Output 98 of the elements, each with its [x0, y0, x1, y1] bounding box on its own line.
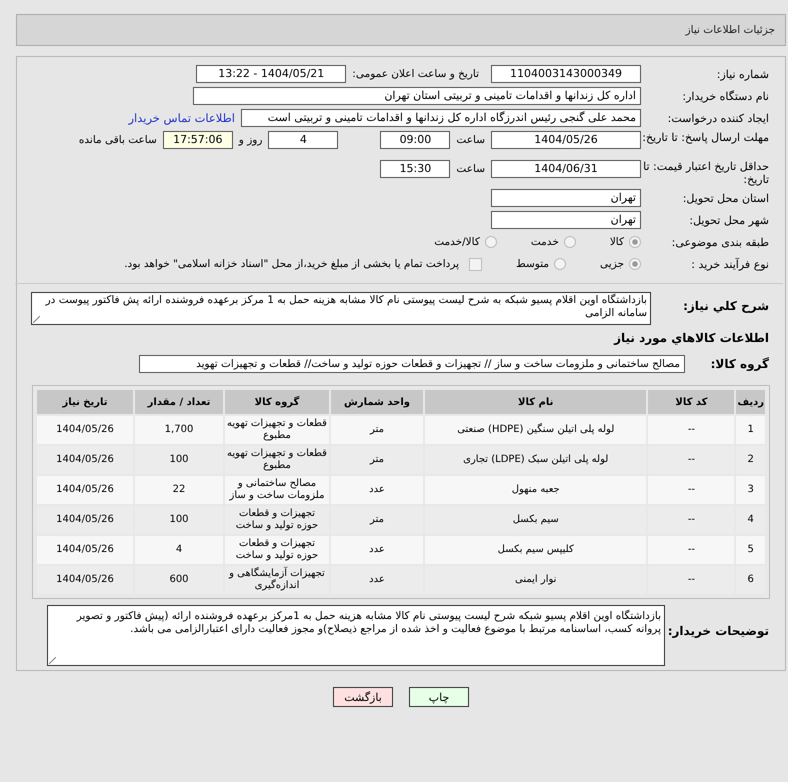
table-cell: تجهیزات آزمایشگاهی و اندازه‌گیری [225, 566, 329, 594]
field-label: حداقل تاریخ اعتبار قیمت: تا تاریخ: [642, 160, 769, 186]
column-header: گروه کالا [225, 390, 329, 414]
field-label: ساعت باقی مانده [78, 134, 157, 146]
field-label: ساعت [456, 163, 485, 175]
field-label: ساعت [456, 134, 485, 146]
table-cell: نوار ایمنی [425, 566, 646, 594]
table-cell: متر [331, 416, 423, 444]
radio-button[interactable] [564, 236, 576, 248]
table-cell: 1,700 [135, 416, 223, 444]
text-field[interactable]: 1104003143000349 [491, 65, 641, 83]
checkbox[interactable] [469, 258, 482, 270]
table-cell: عدد [331, 566, 423, 594]
table-cell: 1404/05/26 [37, 506, 133, 534]
table-cell: لوله پلی اتیلن سنگین (HDPE) صنعتی [425, 416, 646, 444]
radio-button[interactable] [484, 236, 497, 248]
table-cell: 5 [736, 536, 765, 564]
table-cell: -- [648, 506, 734, 534]
option-label: کالا [610, 236, 624, 248]
table-cell: لوله پلی اتیلن سبک (LDPE) تجاری [425, 446, 646, 474]
table-cell: 100 [135, 446, 223, 474]
table-cell: -- [648, 536, 734, 564]
text-field[interactable]: تهران [491, 211, 641, 229]
table-cell: عدد [331, 536, 423, 564]
table-cell: تجهیزات و قطعات حوزه تولید و ساخت [225, 536, 329, 564]
option-label: متوسط [516, 258, 550, 270]
table-cell: 4 [736, 506, 765, 534]
column-header: ردیف [736, 390, 765, 414]
text-field[interactable]: 15:30 [380, 160, 450, 178]
table-cell: -- [648, 446, 734, 474]
option-label: خدمت [530, 236, 559, 248]
text-field[interactable]: 17:57:06 [162, 131, 233, 149]
field-label: تاریخ و ساعت اعلان عمومی: [352, 68, 479, 80]
table-cell: 100 [135, 506, 223, 534]
table-cell: 4 [135, 536, 223, 564]
option-label: جزیی [600, 258, 624, 270]
table-cell: مصالح ساختمانی و ملزومات ساخت و ساز [225, 476, 329, 504]
field-label: طبقه بندی موضوعی: [670, 236, 769, 248]
column-header: نام کالا [425, 390, 646, 414]
table-cell: قطعات و تجهیزات تهویه مطبوع [225, 446, 329, 474]
radio-button[interactable] [629, 258, 641, 270]
text-field[interactable]: 1404/05/26 [491, 131, 641, 149]
text-field[interactable]: 1404/05/21 - 13:22 [196, 65, 346, 83]
text-field[interactable]: 4 [268, 131, 338, 149]
table-cell: 1404/05/26 [37, 446, 133, 474]
column-header: کد کالا [648, 390, 734, 414]
table-cell: 3 [736, 476, 765, 504]
table-cell: متر [331, 506, 423, 534]
back-button[interactable]: بازگشت [333, 687, 393, 707]
table-cell: تجهیزات و قطعات حوزه تولید و ساخت [225, 506, 329, 534]
radio-button[interactable] [554, 258, 566, 270]
field-label: استان محل تحویل: [682, 192, 769, 204]
table-cell: -- [648, 476, 734, 504]
text-field[interactable]: 09:00 [380, 131, 450, 149]
notes-textarea[interactable]: بازداشتگاه اوین اقلام پسیو شبکه شرح لیست پیوستی نام کالا مشابه هزینه حمل به 1مرکز برعهده فروشنده ارائه (پیش فاکتور و تصویر پروانه کسب، اساسنامه مرتبط با موضوع فعالیت و اخذ شده از مراجع ذیصلاح)و مجوز فعالیت دارای اعتبارالزامی می باشد. [47, 605, 665, 666]
table-cell: 600 [135, 566, 223, 594]
column-header: واحد شمارش [331, 390, 423, 414]
text-field[interactable]: تهران [491, 189, 641, 207]
table-cell: عدد [331, 476, 423, 504]
field-label: نام دستگاه خریدار: [681, 90, 769, 102]
option-label: کالا/خدمت [434, 236, 480, 248]
radio-button[interactable] [629, 236, 641, 248]
section-heading: اطلاعات کالاهاي مورد نياز [612, 331, 769, 345]
table-cell: 1404/05/26 [37, 476, 133, 504]
table-cell: 6 [736, 566, 765, 594]
text-field[interactable]: 1404/06/31 [491, 160, 641, 178]
contact-link[interactable]: اطلاعات تماس خریدار [128, 111, 235, 125]
table-cell: قطعات و تجهیزات تهویه مطبوع [225, 416, 329, 444]
table-cell: کلیپس سیم بکسل [425, 536, 646, 564]
field-label: نوع فرآیند خرید : [690, 258, 769, 270]
field-label: روز و [238, 134, 262, 146]
page-title: جزئیات اطلاعات نیاز [686, 24, 775, 36]
table-cell: 1404/05/26 [37, 536, 133, 564]
table-cell: 1404/05/26 [37, 416, 133, 444]
table-cell: -- [648, 416, 734, 444]
resize-grip-icon [33, 316, 40, 323]
field-label: شماره نیاز: [716, 68, 769, 80]
table-cell: جعبه منهول [425, 476, 646, 504]
text-field[interactable]: محمد علی گنجی رئیس اندرزگاه اداره کل زندانها و اقدامات تامینی و تربیتی است [241, 109, 641, 127]
field-label: مهلت ارسال پاسخ: تا تاریخ: [641, 131, 769, 144]
field-label: پرداخت تمام یا بخشی از مبلغ خرید،از محل "اسناد خزانه اسلامی" خواهد بود. [124, 258, 460, 270]
description-textarea[interactable]: بازداشتگاه اوین اقلام پسیو شبکه به شرح لیست پیوستی نام کالا مشابه هزینه حمل به 1 مرکز برعهده فروشنده ارائه پش فاکتور پیوست در سامانه الزامی [31, 292, 651, 325]
column-header: تعداد / مقدار [135, 390, 223, 414]
text-field[interactable]: اداره کل زندانها و اقدامات تامینی و تربیتی استان تهران [193, 87, 641, 105]
table-cell: -- [648, 566, 734, 594]
table-cell: 1 [736, 416, 765, 444]
resize-grip-icon [49, 657, 56, 664]
field-label: شهر محل تحویل: [688, 214, 769, 226]
table-cell: 2 [736, 446, 765, 474]
table-cell: 22 [135, 476, 223, 504]
field-label: توضیحات خریدار: [666, 623, 769, 638]
table-cell: متر [331, 446, 423, 474]
column-header: تاریخ نیاز [37, 390, 133, 414]
table-cell: 1404/05/26 [37, 566, 133, 594]
print-button[interactable]: چاپ [409, 687, 469, 707]
field-label: ایجاد کننده درخواست: [666, 112, 769, 124]
text-field[interactable]: مصالح ساختمانی و ملزومات ساخت و ساز // تجهیزات و قطعات حوزه تولید و ساخت// قطعات و تجهیزات تهوید [139, 355, 685, 373]
table-cell: سیم بکسل [425, 506, 646, 534]
